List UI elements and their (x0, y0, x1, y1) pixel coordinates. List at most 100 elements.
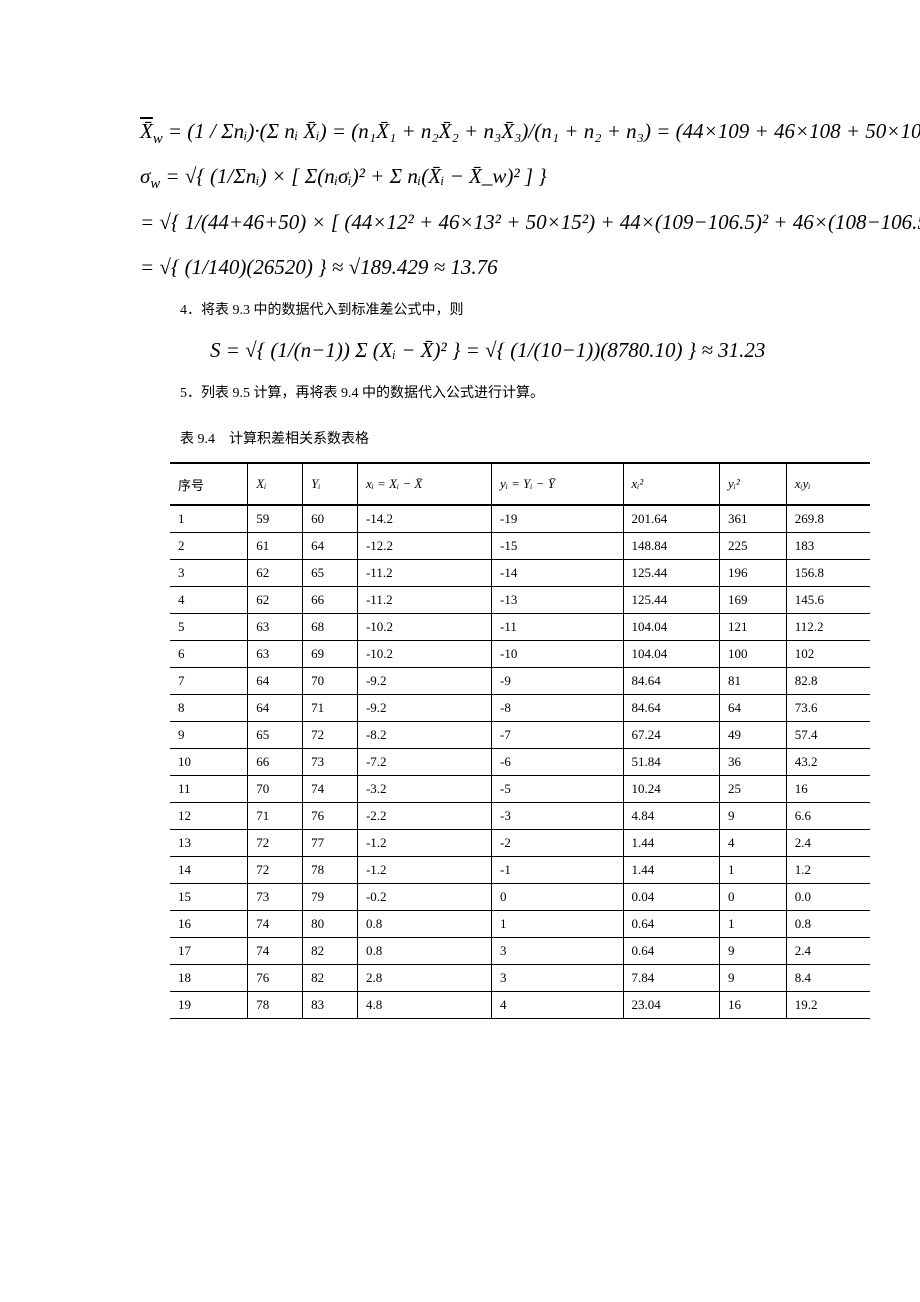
table-cell: 1 (492, 911, 623, 938)
table-cell: 65 (303, 560, 358, 587)
table-header-row: 序号 Xᵢ Yᵢ xᵢ = Xᵢ − X̄ yᵢ = Yᵢ − Ȳ xᵢ² yᵢ… (170, 463, 870, 505)
table-cell: -9.2 (357, 695, 491, 722)
formula-s: S = √{ (1/(n−1)) Σ (Xᵢ − X̄)² } = √{ (1/… (210, 337, 850, 364)
table-cell: -6 (492, 749, 623, 776)
table-cell: 79 (303, 884, 358, 911)
table-cell: 76 (248, 965, 303, 992)
table-cell: 4 (492, 992, 623, 1019)
table-cell: 19.2 (786, 992, 870, 1019)
table-cell: 4 (720, 830, 787, 857)
table-cell: 0.8 (357, 911, 491, 938)
col-ydev: yᵢ = Yᵢ − Ȳ (492, 463, 623, 505)
table-cell: -7 (492, 722, 623, 749)
table-cell: 70 (248, 776, 303, 803)
table-cell: 73.6 (786, 695, 870, 722)
formula-xbar-w: X̄w = (1 / Σnᵢ)·(Σ nᵢ X̄ᵢ) = (n₁X̄₁ + n₂… (140, 118, 850, 145)
table-cell: 112.2 (786, 614, 870, 641)
table-cell: 1 (170, 505, 248, 533)
table-cell: 12 (170, 803, 248, 830)
table-cell: 82 (303, 965, 358, 992)
table-cell: 64 (303, 533, 358, 560)
table-cell: 74 (303, 776, 358, 803)
table-cell: 125.44 (623, 587, 719, 614)
table-cell: 63 (248, 641, 303, 668)
table-cell: 225 (720, 533, 787, 560)
table-cell: 0.8 (357, 938, 491, 965)
table-cell: 2.4 (786, 830, 870, 857)
col-xi: Xᵢ (248, 463, 303, 505)
table-cell: 10.24 (623, 776, 719, 803)
table-row: 127176-2.2-34.8496.6 (170, 803, 870, 830)
table-cell: 69 (303, 641, 358, 668)
table-cell: 72 (248, 857, 303, 884)
table-cell: -14.2 (357, 505, 491, 533)
table-cell: 51.84 (623, 749, 719, 776)
table-cell: 19 (170, 992, 248, 1019)
table-cell: -15 (492, 533, 623, 560)
table-row: 46266-11.2-13125.44169145.6 (170, 587, 870, 614)
table-cell: 25 (720, 776, 787, 803)
table-row: 66369-10.2-10104.04100102 (170, 641, 870, 668)
table-cell: -11 (492, 614, 623, 641)
table-cell: -2.2 (357, 803, 491, 830)
paragraph-5: 5．列表 9.5 计算，再将表 9.4 中的数据代入公式进行计算。 (180, 382, 850, 402)
formula-sigma-line1: = √{ 1/(44+46+50) × [ (44×12² + 46×13² +… (140, 209, 850, 236)
table-cell: -10.2 (357, 614, 491, 641)
table-cell: 71 (248, 803, 303, 830)
table-row: 1978834.8423.041619.2 (170, 992, 870, 1019)
table-cell: 84.64 (623, 695, 719, 722)
table-cell: 4.8 (357, 992, 491, 1019)
table-cell: 63 (248, 614, 303, 641)
table-cell: 18 (170, 965, 248, 992)
table-cell: 68 (303, 614, 358, 641)
table-cell: 0.64 (623, 938, 719, 965)
table-cell: 43.2 (786, 749, 870, 776)
table-cell: 1.44 (623, 857, 719, 884)
table-cell: 66 (303, 587, 358, 614)
col-xsq: xᵢ² (623, 463, 719, 505)
table-cell: -1 (492, 857, 623, 884)
table-cell: 70 (303, 668, 358, 695)
table-row: 96572-8.2-767.244957.4 (170, 722, 870, 749)
table-cell: 61 (248, 533, 303, 560)
table-row: 106673-7.2-651.843643.2 (170, 749, 870, 776)
table-cell: 76 (303, 803, 358, 830)
table-cell: 0 (720, 884, 787, 911)
table-cell: 121 (720, 614, 787, 641)
table-cell: 1.44 (623, 830, 719, 857)
table-cell: 64 (720, 695, 787, 722)
table-row: 76470-9.2-984.648182.8 (170, 668, 870, 695)
table-cell: 16 (170, 911, 248, 938)
table-row: 1674800.810.6410.8 (170, 911, 870, 938)
table-cell: -13 (492, 587, 623, 614)
table-cell: 64 (248, 668, 303, 695)
table-cell: -14 (492, 560, 623, 587)
formula-sigma-w: σw = √{ (1/Σnᵢ) × [ Σ(nᵢσᵢ)² + Σ nᵢ(X̄ᵢ … (140, 163, 850, 190)
table-cell: 6.6 (786, 803, 870, 830)
table-cell: 6 (170, 641, 248, 668)
table-cell: 57.4 (786, 722, 870, 749)
table-cell: -10.2 (357, 641, 491, 668)
table-cell: 16 (720, 992, 787, 1019)
table-cell: 9 (720, 938, 787, 965)
table-cell: 361 (720, 505, 787, 533)
table-cell: 82 (303, 938, 358, 965)
table-cell: 13 (170, 830, 248, 857)
table-cell: 104.04 (623, 614, 719, 641)
formula-sigma-line2: = √{ (1/140)(26520) } ≈ √189.429 ≈ 13.76 (140, 254, 850, 281)
table-row: 26164-12.2-15148.84225183 (170, 533, 870, 560)
table-row: 117074-3.2-510.242516 (170, 776, 870, 803)
table-cell: 169 (720, 587, 787, 614)
table-cell: 11 (170, 776, 248, 803)
table-cell: 8.4 (786, 965, 870, 992)
table-cell: 67.24 (623, 722, 719, 749)
table-cell: 183 (786, 533, 870, 560)
table-cell: -12.2 (357, 533, 491, 560)
table-cell: 9 (170, 722, 248, 749)
table-row: 147278-1.2-11.4411.2 (170, 857, 870, 884)
correlation-table: 序号 Xᵢ Yᵢ xᵢ = Xᵢ − X̄ yᵢ = Yᵢ − Ȳ xᵢ² yᵢ… (170, 462, 870, 1019)
table-cell: -1.2 (357, 857, 491, 884)
table-row: 36265-11.2-14125.44196156.8 (170, 560, 870, 587)
table-cell: -7.2 (357, 749, 491, 776)
table-cell: 4.84 (623, 803, 719, 830)
